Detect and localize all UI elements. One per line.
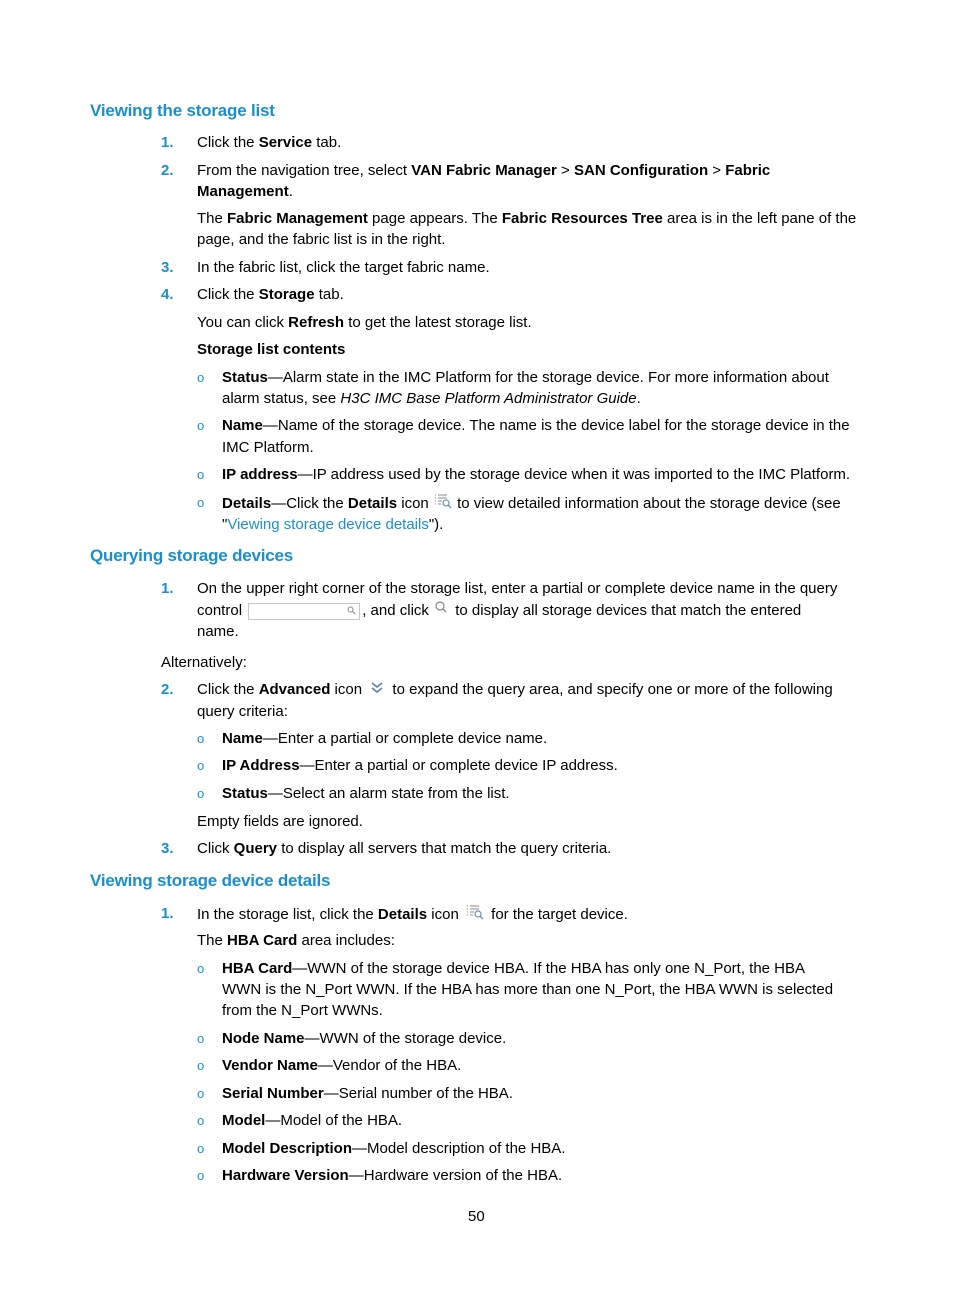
list-item: Node Name—WWN of the storage device. — [222, 1030, 507, 1047]
step-text: Click the Storage tab. — [197, 286, 344, 303]
step-number: 2. — [161, 162, 174, 179]
step-number: 1. — [161, 580, 174, 597]
bullet-icon: o — [197, 786, 205, 801]
bullet-icon: o — [197, 418, 205, 433]
alternatively-text: Alternatively: — [161, 654, 247, 671]
list-item-cont: from the N_Port WWNs. — [222, 1002, 383, 1019]
list-item: Serial Number—Serial number of the HBA. — [222, 1085, 513, 1102]
step-text: Click the Service tab. — [197, 134, 342, 151]
heading-viewing-storage-device-details: Viewing storage device details — [90, 871, 331, 890]
bullet-icon: o — [197, 1141, 205, 1156]
step-text: On the upper right corner of the storage… — [197, 580, 838, 597]
list-item: IP Address—Enter a partial or complete d… — [222, 757, 618, 774]
list-item: Name—Name of the storage device. The nam… — [222, 417, 850, 434]
list-item: Model—Model of the HBA. — [222, 1112, 403, 1129]
list-item-cont: alarm status, see H3C IMC Base Platform … — [222, 390, 641, 407]
bullet-icon: o — [197, 1168, 205, 1183]
advanced-chevron-double-down-icon — [366, 680, 388, 701]
bullet-icon: o — [197, 1031, 205, 1046]
list-item-cont: "Viewing storage device details"). — [222, 516, 444, 533]
list-item-cont: WWN is the N_Port WWN. If the HBA has mo… — [222, 981, 834, 998]
step-number: 1. — [161, 134, 174, 151]
step-number: 2. — [161, 681, 174, 698]
step-number: 3. — [161, 840, 174, 857]
list-item: HBA Card—WWN of the storage device HBA. … — [222, 960, 806, 977]
note-text: Empty fields are ignored. — [197, 813, 363, 830]
step-text-cont: query criteria: — [197, 703, 288, 720]
step-note: You can click Refresh to get the latest … — [197, 314, 532, 331]
bullet-icon: o — [197, 731, 205, 746]
bullet-icon: o — [197, 961, 205, 976]
details-icon — [463, 903, 487, 927]
list-item: Name—Enter a partial or complete device … — [222, 730, 548, 747]
list-item: Hardware Version—Hardware version of the… — [222, 1167, 563, 1184]
bullet-icon: o — [197, 1086, 205, 1101]
step-text: From the navigation tree, select VAN Fab… — [197, 162, 771, 179]
bullet-icon: o — [197, 495, 205, 510]
step-note: The Fabric Management page appears. The … — [197, 210, 857, 227]
step-note-cont: page, and the fabric list is in the righ… — [197, 231, 446, 248]
step-text-cont: name. — [197, 623, 239, 640]
bullet-icon: o — [197, 1113, 205, 1128]
list-item: Details—Click the Details icon to view d… — [222, 492, 841, 516]
step-text-cont: control , and click to display all stora… — [197, 600, 801, 622]
list-item: Vendor Name—Vendor of the HBA. — [222, 1057, 462, 1074]
list-item: Status—Alarm state in the IMC Platform f… — [222, 369, 829, 386]
list-item-cont: IMC Platform. — [222, 439, 314, 456]
list-item: Status—Select an alarm state from the li… — [222, 785, 510, 802]
step-text: In the fabric list, click the target fab… — [197, 259, 490, 276]
details-icon — [433, 492, 453, 516]
step-text: Click Query to display all servers that … — [197, 840, 612, 857]
page-number: 50 — [468, 1208, 485, 1225]
bullet-icon: o — [197, 1058, 205, 1073]
step-text: In the storage list, click the Details i… — [197, 903, 628, 927]
step-number: 3. — [161, 259, 174, 276]
step-text: Click the Advanced icon to expand the qu… — [197, 679, 833, 701]
subheading-storage-list-contents: Storage list contents — [197, 341, 346, 358]
heading-querying-storage-devices: Querying storage devices — [90, 546, 294, 565]
list-item: IP address—IP address used by the storag… — [222, 466, 851, 483]
step-number: 1. — [161, 905, 174, 922]
link-viewing-storage-device-details[interactable]: Viewing storage device details — [227, 516, 429, 533]
step-number: 4. — [161, 286, 174, 303]
note-text: The HBA Card area includes: — [197, 932, 395, 949]
query-input[interactable] — [248, 602, 361, 620]
bullet-icon: o — [197, 758, 205, 773]
heading-viewing-storage-list: Viewing the storage list — [90, 101, 275, 120]
step-text-cont: Management. — [197, 183, 293, 200]
list-item: Model Description—Model description of t… — [222, 1140, 566, 1157]
search-icon — [433, 600, 451, 622]
bullet-icon: o — [197, 467, 205, 482]
bullet-icon: o — [197, 370, 205, 385]
